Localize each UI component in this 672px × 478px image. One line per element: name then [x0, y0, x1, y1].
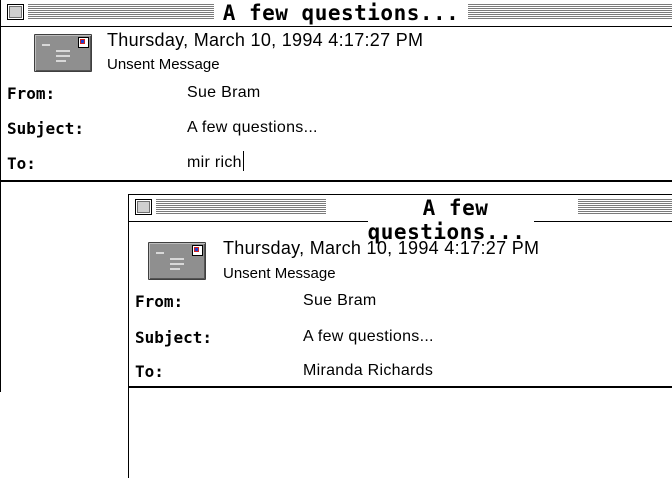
to-label: To:	[7, 154, 36, 173]
subject-field[interactable]: A few questions...	[187, 119, 318, 137]
message-window-front[interactable]: A few questions... Thursday, March 10, 1…	[128, 194, 672, 478]
subject-label: Subject:	[7, 119, 85, 138]
from-value: Sue Bram	[187, 84, 261, 101]
message-date: Thursday, March 10, 1994 4:17:27 PM	[223, 238, 540, 258]
envelope-icon	[148, 242, 206, 280]
envelope-icon	[34, 34, 92, 72]
to-field[interactable]: mir rich	[187, 151, 244, 172]
close-box-icon[interactable]	[135, 199, 152, 215]
window-title: A few questions...	[325, 196, 577, 244]
message-body[interactable]	[129, 388, 672, 478]
subject-label: Subject:	[135, 328, 213, 347]
window-title: A few questions...	[121, 1, 561, 25]
title-bar[interactable]: A few questions...	[1, 0, 672, 27]
title-bar[interactable]: A few questions...	[129, 195, 672, 244]
message-date: Thursday, March 10, 1994 4:17:27 PM	[107, 30, 424, 50]
title-stripes	[577, 199, 672, 215]
message-status: Unsent Message	[107, 56, 220, 73]
text-cursor	[242, 151, 244, 171]
to-field[interactable]: Miranda Richards	[303, 362, 433, 380]
to-label: To:	[135, 362, 164, 381]
from-label: From:	[7, 84, 56, 103]
message-status: Unsent Message	[223, 265, 336, 282]
from-value: Sue Bram	[303, 292, 377, 309]
title-stripes	[155, 199, 327, 215]
from-label: From:	[135, 292, 184, 311]
subject-field[interactable]: A few questions...	[303, 328, 434, 346]
close-box-icon[interactable]	[7, 4, 24, 20]
